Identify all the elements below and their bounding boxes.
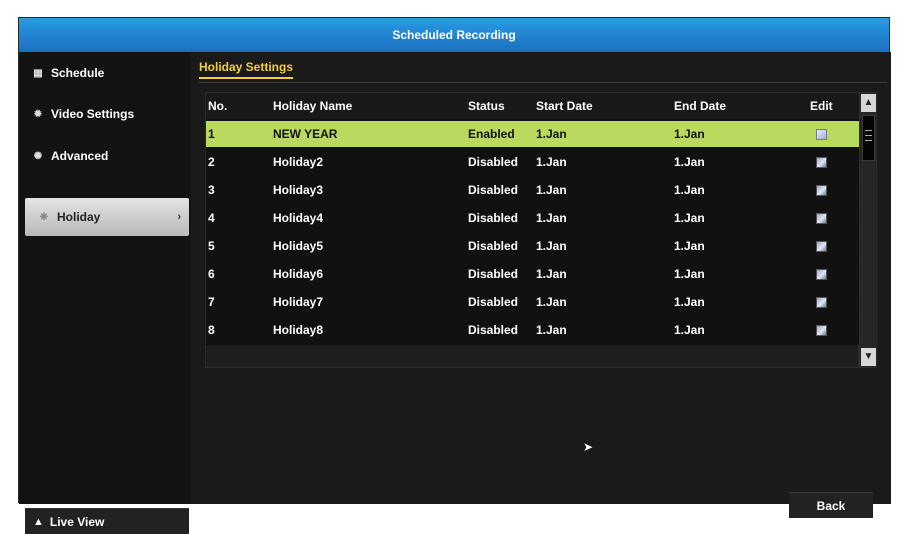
sidebar-item-holiday[interactable]: ❋ Holiday ›	[25, 198, 189, 236]
cell-end-date: 1.Jan	[674, 183, 705, 197]
cell-end-date: 1.Jan	[674, 295, 705, 309]
cell-holiday-name: Holiday3	[273, 183, 324, 197]
cell-status: Disabled	[468, 267, 519, 281]
back-button[interactable]: Back	[789, 492, 873, 518]
edit-icon[interactable]	[816, 157, 827, 168]
cell-start-date: 1.Jan	[536, 239, 567, 253]
cell-start-date: 1.Jan	[536, 183, 567, 197]
cell-end-date: 1.Jan	[674, 211, 705, 225]
calendar-icon: ▦	[33, 67, 43, 79]
sidebar-item-label: Video Settings	[51, 107, 135, 121]
cell-start-date: 1.Jan	[536, 211, 567, 225]
cell-no: 6	[208, 267, 215, 281]
home-icon: ▲	[33, 515, 44, 528]
holiday-table: No. Holiday Name Status Start Date End D…	[205, 92, 860, 368]
cell-status: Disabled	[468, 183, 519, 197]
cell-no: 3	[208, 183, 215, 197]
scroll-thumb[interactable]	[862, 115, 875, 161]
cell-no: 7	[208, 295, 215, 309]
table-row[interactable]: 3 Holiday3 Disabled 1.Jan 1.Jan	[206, 177, 860, 205]
gears-icon: ✺	[33, 150, 43, 162]
chevron-right-icon: ›	[177, 211, 181, 223]
cell-holiday-name: Holiday2	[273, 155, 324, 169]
window-title: Scheduled Recording	[19, 18, 889, 52]
sidebar-item-schedule[interactable]: ▦ Schedule	[19, 54, 191, 92]
column-header-end-date: End Date	[674, 99, 727, 113]
edit-icon[interactable]	[816, 241, 827, 252]
edit-icon[interactable]	[816, 297, 827, 308]
live-view-button[interactable]: ▲ Live View	[25, 508, 189, 534]
cell-start-date: 1.Jan	[536, 323, 567, 337]
cell-status: Enabled	[468, 127, 515, 141]
scroll-down-button[interactable]: ▼	[861, 348, 876, 366]
cell-start-date: 1.Jan	[536, 127, 567, 141]
cell-start-date: 1.Jan	[536, 155, 567, 169]
main-panel: Holiday Settings No. Holiday Name Status…	[191, 52, 891, 518]
cell-no: 4	[208, 211, 215, 225]
cell-holiday-name: NEW YEAR	[273, 127, 338, 141]
gear-icon: ✹	[33, 108, 43, 120]
edit-icon[interactable]	[816, 129, 827, 140]
cell-holiday-name: Holiday4	[273, 211, 324, 225]
cell-end-date: 1.Jan	[674, 239, 705, 253]
scheduled-recording-window: Scheduled Recording ▦ Schedule ✹ Video S…	[18, 17, 891, 534]
sidebar: ▦ Schedule ✹ Video Settings ✺ Advanced ❋…	[19, 52, 191, 534]
table-row[interactable]: 8 Holiday8 Disabled 1.Jan 1.Jan	[206, 317, 860, 345]
column-header-start-date: Start Date	[536, 99, 593, 113]
table-row[interactable]: 1 NEW YEAR Enabled 1.Jan 1.Jan	[206, 121, 860, 149]
cell-end-date: 1.Jan	[674, 267, 705, 281]
table-header: No. Holiday Name Status Start Date End D…	[206, 93, 860, 121]
column-header-edit: Edit	[810, 99, 833, 113]
cell-no: 8	[208, 323, 215, 337]
cell-status: Disabled	[468, 211, 519, 225]
edit-icon[interactable]	[816, 213, 827, 224]
table-row[interactable]: 2 Holiday2 Disabled 1.Jan 1.Jan	[206, 149, 860, 177]
edit-icon[interactable]	[816, 269, 827, 280]
cell-no: 1	[208, 127, 215, 141]
table-scrollbar[interactable]: ▲ ▼	[859, 92, 877, 368]
cell-status: Disabled	[468, 295, 519, 309]
table-row[interactable]: 6 Holiday6 Disabled 1.Jan 1.Jan	[206, 261, 860, 289]
cell-status: Disabled	[468, 155, 519, 169]
scroll-up-button[interactable]: ▲	[861, 94, 876, 112]
cell-status: Disabled	[468, 239, 519, 253]
live-view-label: Live View	[49, 514, 105, 529]
sidebar-item-advanced[interactable]: ✺ Advanced	[19, 137, 191, 175]
tab-holiday-settings[interactable]: Holiday Settings	[199, 60, 294, 79]
table-row[interactable]: 5 Holiday5 Disabled 1.Jan 1.Jan	[206, 233, 860, 261]
edit-icon[interactable]	[816, 185, 827, 196]
mouse-cursor-icon: ➤	[583, 440, 594, 454]
cell-status: Disabled	[468, 323, 519, 337]
cell-end-date: 1.Jan	[674, 323, 705, 337]
column-header-status: Status	[468, 99, 505, 113]
cell-holiday-name: Holiday8	[273, 323, 324, 337]
cell-holiday-name: Holiday6	[273, 267, 324, 281]
cell-start-date: 1.Jan	[536, 295, 567, 309]
sidebar-item-label: Advanced	[51, 149, 109, 163]
cell-end-date: 1.Jan	[674, 155, 705, 169]
cell-holiday-name: Holiday7	[273, 295, 324, 309]
holiday-icon: ❋	[39, 211, 49, 223]
edit-icon[interactable]	[816, 325, 827, 336]
tab-divider	[199, 82, 887, 83]
cell-no: 2	[208, 155, 215, 169]
column-header-holiday-name: Holiday Name	[273, 99, 353, 113]
column-header-no: No.	[208, 99, 228, 113]
sidebar-item-label: Holiday	[57, 210, 101, 224]
sidebar-item-video-settings[interactable]: ✹ Video Settings	[19, 95, 191, 133]
sidebar-item-label: Schedule	[51, 66, 105, 80]
table-row[interactable]: 4 Holiday4 Disabled 1.Jan 1.Jan	[206, 205, 860, 233]
cell-end-date: 1.Jan	[674, 127, 705, 141]
cell-start-date: 1.Jan	[536, 267, 567, 281]
cell-holiday-name: Holiday5	[273, 239, 324, 253]
cell-no: 5	[208, 239, 215, 253]
table-row[interactable]: 7 Holiday7 Disabled 1.Jan 1.Jan	[206, 289, 860, 317]
